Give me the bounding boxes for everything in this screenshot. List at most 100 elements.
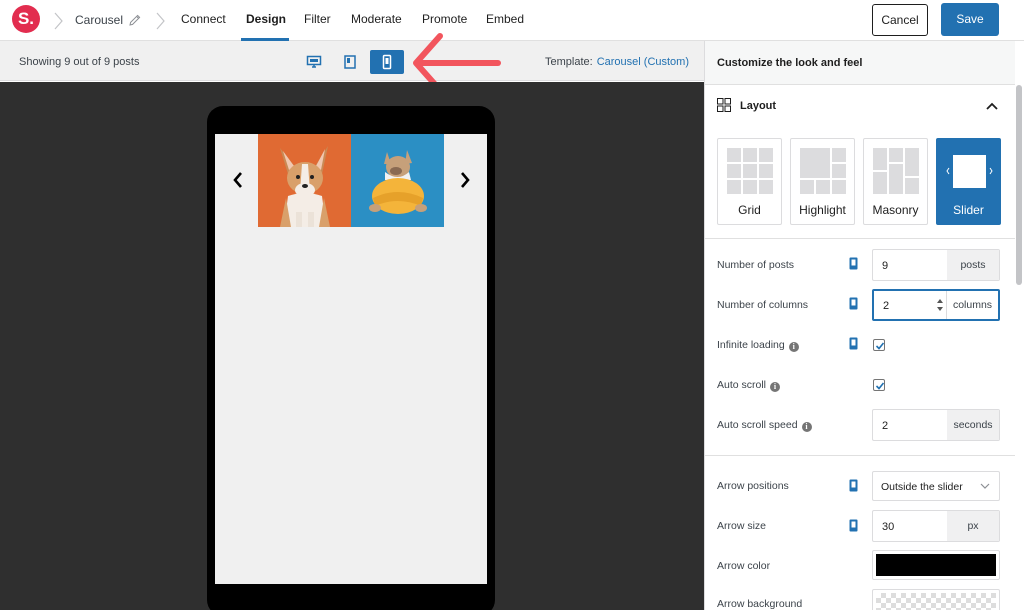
arrow-positions-value: Outside the slider <box>881 481 963 493</box>
panel-scrollbar[interactable] <box>1016 85 1022 285</box>
number-of-posts-label: Number of posts <box>717 259 795 271</box>
arrow-background-fill <box>876 593 996 610</box>
layout-highlight-card[interactable]: Highlight <box>790 138 855 225</box>
nav-filter[interactable]: Filter <box>304 12 331 26</box>
auto-scroll-speed-value: 2 <box>882 420 889 432</box>
number-of-columns-label: Number of columns <box>717 299 809 311</box>
arrow-size-label: Arrow size <box>717 520 767 532</box>
carousel-image-corgi[interactable] <box>258 134 351 227</box>
grid-layout-icon <box>727 148 773 194</box>
highlight-layout-icon <box>800 148 846 194</box>
checkmark-icon <box>875 342 885 350</box>
nav-moderate[interactable]: Moderate <box>351 12 402 26</box>
divider <box>705 238 1015 239</box>
arrow-color-fill <box>876 554 996 576</box>
nav-embed[interactable]: Embed <box>486 12 524 26</box>
mobile-icon <box>849 297 858 310</box>
nav-connect[interactable]: Connect <box>181 12 226 26</box>
masonry-layout-icon <box>873 148 919 194</box>
pencil-edit-icon[interactable] <box>128 13 142 27</box>
info-icon[interactable]: i <box>770 382 781 392</box>
nav-promote[interactable]: Promote <box>422 12 467 26</box>
chevron-up-icon[interactable] <box>986 102 998 110</box>
mobile-icon <box>849 479 858 492</box>
mobile-view-button[interactable] <box>370 50 404 74</box>
template-label: Template: <box>545 56 593 68</box>
layout-grid-label: Grid <box>738 203 761 217</box>
customize-panel: Customize the look and feel Layout Grid … <box>704 41 1024 610</box>
checkmark-icon <box>875 382 885 390</box>
save-button[interactable]: Save <box>941 3 999 36</box>
desktop-view-button[interactable] <box>297 50 331 74</box>
arrow-color-picker[interactable] <box>872 550 1000 580</box>
layout-section-toggle[interactable]: Layout <box>717 95 1013 117</box>
auto-scroll-speed-label: Auto scroll speed i <box>717 419 812 432</box>
layout-masonry-card[interactable]: Masonry <box>863 138 928 225</box>
preview-toolbar: Showing 9 out of 9 posts Template: Carous… <box>0 41 704 81</box>
columns-unit: columns <box>946 291 998 319</box>
bulldog-image <box>351 134 444 227</box>
panel-title: Customize the look and feel <box>717 57 863 69</box>
chevron-down-icon <box>980 483 990 489</box>
tablet-icon <box>344 55 356 69</box>
breadcrumb-title[interactable]: Carousel <box>75 13 123 27</box>
posts-count-text: Showing 9 out of 9 posts <box>19 56 140 68</box>
spinner-arrows-icon[interactable] <box>936 296 944 314</box>
corgi-image <box>258 134 351 227</box>
breadcrumb-separator-icon <box>156 12 165 30</box>
px-unit: px <box>947 511 999 541</box>
app-logo[interactable]: S. <box>12 5 40 33</box>
info-icon[interactable]: i <box>788 342 799 352</box>
seconds-unit: seconds <box>947 410 999 440</box>
divider <box>705 455 1015 456</box>
layout-grid-card[interactable]: Grid <box>717 138 782 225</box>
infinite-loading-text: Infinite loading <box>717 339 785 351</box>
phone-screen <box>215 134 487 584</box>
arrow-size-input[interactable]: 30 px <box>872 510 1000 542</box>
arrow-color-label: Arrow color <box>717 560 771 572</box>
chevron-left-icon[interactable] <box>231 170 245 190</box>
carousel-image-bulldog[interactable] <box>351 134 444 227</box>
arrow-positions-select[interactable]: Outside the slider <box>872 471 1000 501</box>
info-icon[interactable]: i <box>801 422 812 432</box>
top-bar: S. Carousel Connect Design Filter Modera… <box>0 0 1024 41</box>
grid-section-icon <box>717 98 731 112</box>
mobile-icon <box>849 337 858 350</box>
number-of-columns-input[interactable]: 2 columns <box>872 289 1000 321</box>
slider-layout-icon <box>946 155 993 188</box>
layout-slider-label: Slider <box>953 203 984 217</box>
template-link[interactable]: Carousel (Custom) <box>597 56 689 68</box>
layout-section-title: Layout <box>740 100 777 112</box>
infinite-loading-label: Infinite loading i <box>717 339 799 352</box>
number-of-posts-value: 9 <box>882 260 889 272</box>
cancel-button[interactable]: Cancel <box>872 4 928 36</box>
auto-scroll-speed-input[interactable]: 2 seconds <box>872 409 1000 441</box>
mobile-icon <box>849 257 858 270</box>
phone-frame <box>207 106 495 610</box>
number-of-posts-input[interactable]: 9 posts <box>872 249 1000 281</box>
layout-highlight-label: Highlight <box>799 203 846 217</box>
arrow-positions-label: Arrow positions <box>717 480 789 492</box>
auto-scroll-checkbox[interactable] <box>873 379 885 391</box>
number-of-columns-value: 2 <box>883 300 890 312</box>
mobile-icon <box>849 519 858 532</box>
posts-unit: posts <box>947 250 999 280</box>
preview-area <box>0 82 704 610</box>
infinite-loading-checkbox[interactable] <box>873 339 885 351</box>
layout-masonry-label: Masonry <box>872 203 919 217</box>
panel-header: Customize the look and feel <box>705 41 1015 85</box>
auto-scroll-label: Auto scroll i <box>717 379 781 392</box>
chevron-right-icon[interactable] <box>458 170 472 190</box>
arrow-background-picker[interactable] <box>872 589 1000 610</box>
layout-slider-card[interactable]: Slider <box>936 138 1001 225</box>
template-info: Template: Carousel (Custom) <box>545 56 689 68</box>
mobile-icon <box>382 54 392 70</box>
arrow-background-label: Arrow background <box>717 598 803 610</box>
tablet-view-button[interactable] <box>333 50 367 74</box>
auto-scroll-speed-text: Auto scroll speed <box>717 419 798 431</box>
nav-design[interactable]: Design <box>246 12 286 26</box>
arrow-size-value: 30 <box>882 521 895 533</box>
desktop-icon <box>306 55 322 68</box>
breadcrumb-separator-icon <box>54 12 63 30</box>
auto-scroll-text: Auto scroll <box>717 379 767 391</box>
